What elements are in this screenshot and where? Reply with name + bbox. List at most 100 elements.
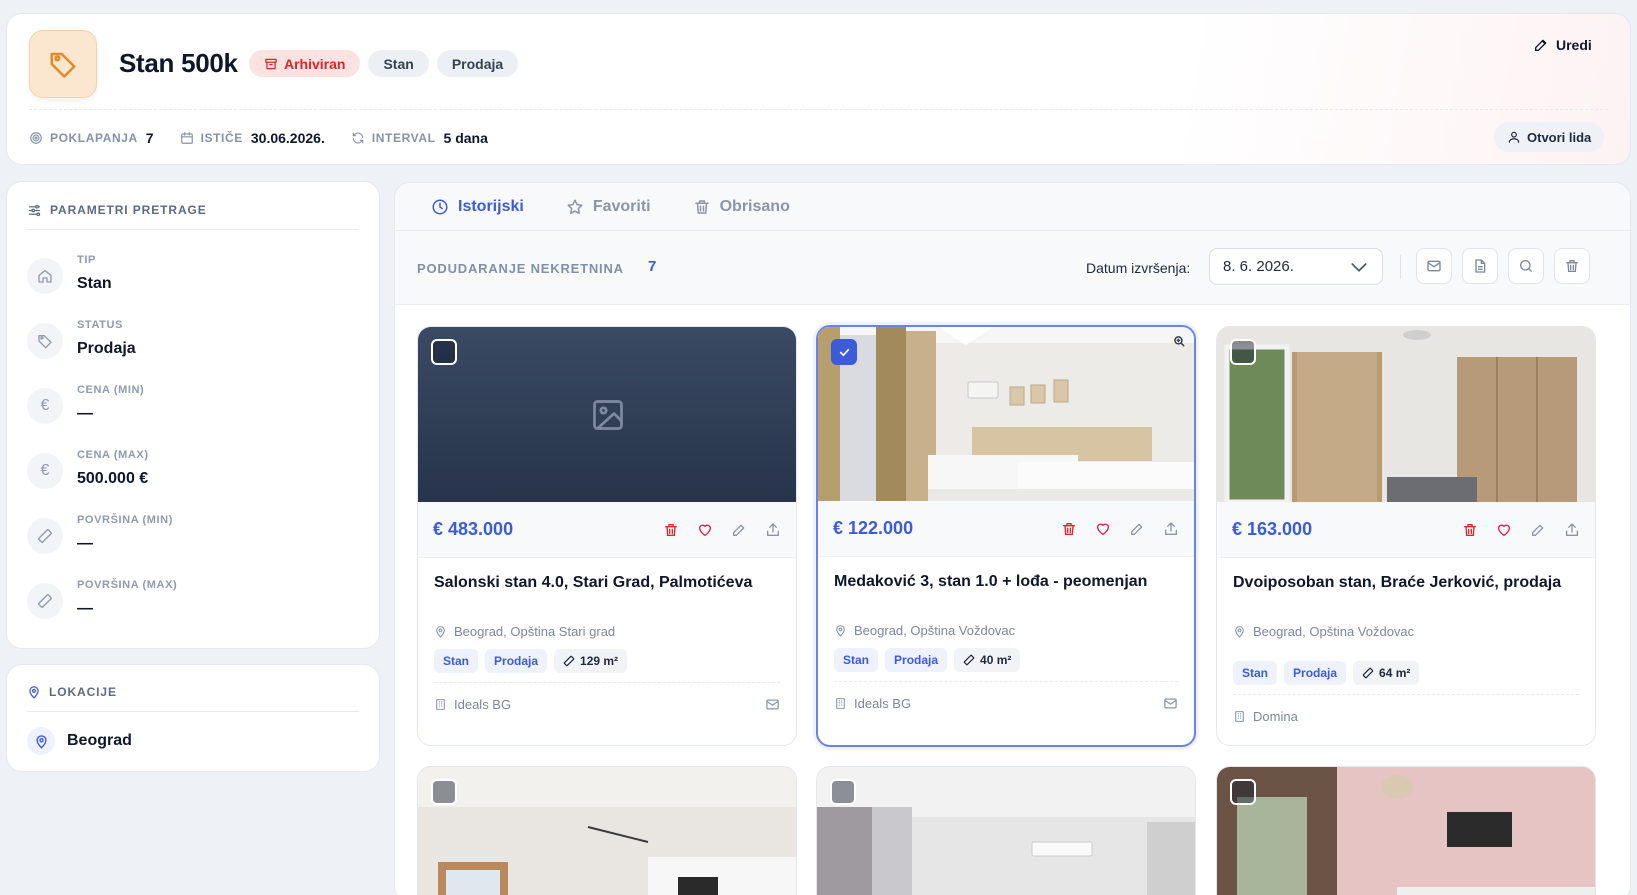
map-pin-icon — [1235, 626, 1244, 638]
param-area-max: POVRŠINA (MAX) — — [27, 579, 177, 619]
property-card[interactable]: € 483.000 Salonski stan 4.0, Stari Grad,… — [417, 326, 797, 746]
euro-icon: € — [40, 462, 50, 479]
room-photo — [817, 767, 1195, 895]
card-footer: Ideals BG — [834, 681, 1178, 711]
header-divider — [29, 109, 1608, 110]
select-checkbox[interactable] — [431, 339, 457, 365]
price-row: € 483.000 — [418, 502, 796, 558]
price-row: € 122.000 — [818, 501, 1194, 557]
tag-status: Prodaja — [1284, 661, 1347, 685]
share-icon[interactable] — [1163, 521, 1179, 537]
agency-name: Domina — [1233, 709, 1579, 724]
status-badges: Arhiviran Stan Prodaja — [249, 50, 519, 77]
archived-badge: Arhiviran — [249, 50, 361, 77]
property-tags: Stan Prodaja 129 m² — [418, 639, 796, 673]
bedroom-photo — [818, 327, 1194, 501]
map-pin-icon — [29, 686, 39, 699]
image-icon — [593, 400, 623, 430]
trash-icon[interactable] — [1462, 522, 1478, 538]
tag-status: Prodaja — [885, 648, 948, 672]
property-photo[interactable] — [1217, 767, 1595, 895]
pdf-button[interactable] — [1462, 248, 1498, 284]
pencil-icon[interactable] — [1530, 522, 1546, 538]
document-icon — [1475, 259, 1486, 273]
select-checkbox[interactable] — [1230, 339, 1256, 365]
execution-date-select[interactable]: 8. 6. 2026. — [1209, 248, 1383, 285]
property-price: € 122.000 — [833, 518, 914, 538]
open-lead-button[interactable]: Otvori lida — [1494, 122, 1605, 152]
tab-deleted[interactable]: Obrisano — [693, 198, 790, 216]
property-photo-placeholder[interactable] — [418, 327, 796, 502]
page-title: Stan 500k — [119, 48, 238, 78]
trash-icon[interactable] — [663, 522, 679, 538]
tag-icon — [38, 335, 52, 349]
property-photo[interactable] — [818, 327, 1194, 501]
building-icon — [436, 699, 445, 710]
ruler-icon — [38, 529, 52, 543]
user-icon — [1508, 131, 1520, 143]
mail-icon[interactable] — [765, 697, 780, 712]
property-title[interactable]: Dvoiposoban stan, Braće Jerković, prodaj… — [1217, 558, 1595, 624]
property-tags: Stan Prodaja 40 m² — [818, 638, 1194, 672]
property-title[interactable]: Medaković 3, stan 1.0 + lođa - peomenjan — [818, 557, 1194, 623]
pencil-icon[interactable] — [731, 522, 747, 538]
map-pin-icon — [436, 626, 445, 638]
property-tags: Stan Prodaja 64 m² — [1217, 639, 1595, 685]
trash-icon[interactable] — [1061, 521, 1077, 537]
tag-type: Stan — [834, 648, 879, 672]
share-icon[interactable] — [765, 522, 781, 538]
heart-icon[interactable] — [1095, 521, 1111, 537]
ruler-icon — [963, 654, 975, 666]
property-price: € 483.000 — [433, 519, 514, 539]
matches-panel: Istorijski Favoriti Obrisano PODUDARANJE… — [394, 182, 1631, 895]
search-params-panel: PARAMETRI PRETRAGE TIP Stan STATUS Prodaja… — [6, 181, 380, 649]
toolbar-divider — [1400, 255, 1401, 279]
select-checkbox[interactable] — [831, 339, 857, 365]
property-location: Beograd, Opština Voždovac — [818, 623, 1194, 638]
tab-historical[interactable]: Istorijski — [431, 198, 524, 216]
share-icon[interactable] — [1564, 522, 1580, 538]
select-checkbox[interactable] — [830, 779, 856, 805]
living-room-photo — [1217, 327, 1595, 502]
tab-bar: Istorijski Favoriti Obrisano — [395, 183, 1630, 231]
tab-favorites[interactable]: Favoriti — [566, 198, 651, 216]
location-item: Beograd — [27, 727, 132, 755]
clock-icon — [432, 199, 448, 214]
select-checkbox[interactable] — [1230, 779, 1256, 805]
tag-area: 40 m² — [954, 648, 1021, 672]
tag-status: Prodaja — [485, 649, 548, 673]
property-title[interactable]: Salonski stan 4.0, Stari Grad, Palmotiće… — [418, 558, 796, 624]
property-photo[interactable] — [418, 767, 796, 895]
property-photo[interactable] — [817, 767, 1195, 895]
param-price-min: € CENA (MIN) — — [27, 384, 144, 424]
header-stats: POKLAPANJA 7 ISTIČE 30.06.2026. INTERVAL… — [29, 130, 514, 146]
property-card[interactable]: € 122.000 Medaković 3, stan 1.0 + lođa -… — [816, 325, 1196, 747]
property-card[interactable] — [417, 766, 797, 895]
property-card[interactable]: € 163.000 Dvoiposoban stan, Braće Jerkov… — [1216, 326, 1596, 746]
archive-icon — [265, 58, 277, 69]
delete-all-button[interactable] — [1554, 248, 1590, 284]
trash-icon — [694, 199, 709, 214]
pencil-icon[interactable] — [1129, 521, 1145, 537]
execution-date-label: Datum izvršenja: — [1086, 260, 1191, 276]
property-card[interactable] — [1216, 766, 1596, 895]
pencil-icon — [1535, 39, 1547, 51]
zoom-icon[interactable] — [1172, 334, 1186, 348]
param-area-min: POVRŠINA (MIN) — — [27, 514, 173, 554]
search-params-title: PARAMETRI PRETRAGE — [7, 201, 379, 219]
email-button[interactable] — [1416, 248, 1452, 284]
tag-type: Stan — [1233, 661, 1278, 685]
property-photo[interactable] — [1217, 327, 1595, 502]
heart-icon[interactable] — [1496, 522, 1512, 538]
panel-divider — [27, 711, 359, 712]
ruler-icon — [38, 594, 52, 608]
mail-icon[interactable] — [1163, 696, 1178, 711]
tag-area: 129 m² — [554, 649, 628, 673]
locations-title: LOKACIJE — [7, 683, 379, 701]
stat-interval: INTERVAL 5 dana — [351, 130, 488, 146]
property-card[interactable] — [816, 766, 1196, 895]
select-checkbox[interactable] — [431, 779, 457, 805]
heart-icon[interactable] — [697, 522, 713, 538]
edit-button[interactable]: Uredi — [1533, 37, 1592, 53]
search-button[interactable] — [1508, 248, 1544, 284]
